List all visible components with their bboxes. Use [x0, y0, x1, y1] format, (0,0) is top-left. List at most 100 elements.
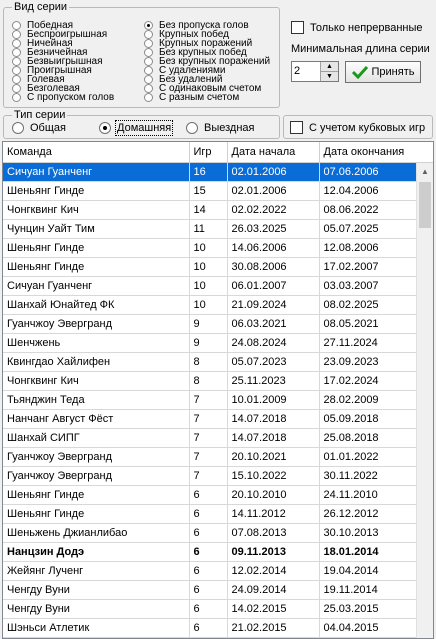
spin-up-icon[interactable]: ▲	[321, 62, 338, 71]
table-row[interactable]: Шенчжень 9 24.08.2024 27.11.2024	[3, 333, 417, 353]
cell-end-date: 18.01.2014	[319, 542, 417, 562]
table-row[interactable]: Чунцин Уайт Тим 11 26.03.2025 05.07.2025	[3, 219, 417, 239]
table-row[interactable]: Ченгду Вуни 6 24.09.2014 19.11.2014	[3, 580, 417, 600]
cell-start-date: 14.07.2018	[227, 428, 320, 448]
table-row[interactable]: Шеньянг Гинде 10 14.06.2006 12.08.2006	[3, 238, 417, 258]
column-header-games[interactable]: Игр	[189, 142, 228, 163]
radio-button[interactable]	[12, 84, 21, 93]
cup-games-check-box[interactable]	[290, 121, 303, 134]
radio-button[interactable]	[144, 93, 153, 102]
table-row[interactable]: Жейянг Лученг 6 12.02.2014 19.04.2014	[3, 561, 417, 581]
cell-start-date: 06.01.2007	[227, 276, 320, 296]
column-header-team[interactable]: Команда	[3, 142, 190, 163]
radio-button[interactable]	[12, 48, 21, 57]
cell-start-date: 20.10.2010	[227, 485, 320, 505]
cell-start-date: 02.01.2006	[227, 162, 320, 182]
radio-button[interactable]	[12, 21, 21, 30]
cell-start-date: 09.11.2013	[227, 542, 320, 562]
only-continuous-check-box[interactable]	[291, 21, 304, 34]
radio-button[interactable]	[12, 30, 21, 39]
radio-button[interactable]	[144, 66, 153, 75]
radio-button[interactable]	[99, 122, 111, 134]
cell-games: 9	[189, 333, 228, 353]
table-row[interactable]: Шеньжень Джианлибао 6 07.08.2013 30.10.2013	[3, 523, 417, 543]
accept-button[interactable]: Принять	[345, 61, 421, 83]
cell-start-date: 14.02.2015	[227, 599, 320, 619]
scroll-thumb[interactable]	[419, 182, 431, 228]
cell-team: Сичуан Гуанченг	[3, 276, 190, 296]
column-header-start-date[interactable]: Дата начала	[227, 142, 320, 163]
cell-start-date: 25.11.2023	[227, 371, 320, 391]
min-length-spinner[interactable]: 2 ▲ ▼	[291, 61, 339, 82]
cell-team: Ченгду Вуни	[3, 580, 190, 600]
radio-button[interactable]	[144, 30, 153, 39]
cell-team: Чонгквинг Кич	[3, 200, 190, 220]
table-row[interactable]: Чонгквинг Кич 8 25.11.2023 17.02.2024	[3, 371, 417, 391]
cell-start-date: 26.03.2025	[227, 219, 320, 239]
table-row[interactable]: Тьянджин Теда 7 10.01.2009 28.02.2009	[3, 390, 417, 410]
cell-team: Нанцзин Додэ	[3, 542, 190, 562]
table-row[interactable]: Шеньянг Гинде 6 14.11.2012 26.12.2012	[3, 504, 417, 524]
cup-games-checkbox[interactable]: С учетом кубковых игр	[290, 121, 425, 134]
cell-games: 6	[189, 523, 228, 543]
radio-button[interactable]	[12, 57, 21, 66]
table-row[interactable]: Нанчанг Август Фёст 7 14.07.2018 05.09.2018	[3, 409, 417, 429]
radio-button[interactable]	[144, 57, 153, 66]
cell-start-date: 24.09.2014	[227, 580, 320, 600]
radio-button[interactable]	[144, 39, 153, 48]
cell-team: Шеньжень Джианлибао	[3, 523, 190, 543]
cell-end-date: 28.02.2009	[319, 390, 417, 410]
radio-button[interactable]	[144, 48, 153, 57]
radio-button[interactable]	[186, 122, 198, 134]
table-header-row: Команда Игр Дата начала Дата окончания	[3, 142, 417, 163]
series-type-left-option[interactable]: С пропуском голов	[12, 93, 114, 103]
table-row[interactable]: Шеньянг Гинде 6 20.10.2010 24.11.2010	[3, 485, 417, 505]
table-row[interactable]: Нанцзин Додэ 6 09.11.2013 18.01.2014	[3, 542, 417, 562]
column-header-end-date[interactable]: Дата окончания	[319, 142, 417, 163]
table-row[interactable]: Шеньянг Гинде 10 30.08.2006 17.02.2007	[3, 257, 417, 277]
table-row[interactable]: Сичуан Гуанченг 10 06.01.2007 03.03.2007	[3, 276, 417, 296]
vertical-scrollbar[interactable]: ▲	[416, 163, 433, 638]
table-row[interactable]: Квингдао Хайлифен 8 05.07.2023 23.09.2023	[3, 352, 417, 372]
table-row[interactable]: Гуанчжоу Эвергранд 7 20.10.2021 01.01.2022	[3, 447, 417, 467]
table-row[interactable]: Шэньси Атлетик 6 21.02.2015 04.04.2015	[3, 618, 417, 638]
cell-start-date: 14.11.2012	[227, 504, 320, 524]
cell-team: Чонгквинг Кич	[3, 371, 190, 391]
series-scope-option[interactable]: Общая	[12, 122, 99, 134]
radio-button[interactable]	[12, 75, 21, 84]
table-row[interactable]: Ченгду Вуни 6 14.02.2015 25.03.2015	[3, 599, 417, 619]
table-row[interactable]: Гуанчжоу Эвергранд 9 06.03.2021 08.05.2021	[3, 314, 417, 334]
scroll-up-icon[interactable]: ▲	[417, 163, 433, 180]
cell-games: 8	[189, 371, 228, 391]
radio-button[interactable]	[144, 84, 153, 93]
radio-button[interactable]	[12, 66, 21, 75]
table-row[interactable]: Чонгквинг Кич 14 02.02.2022 08.06.2022	[3, 200, 417, 220]
radio-button[interactable]	[144, 75, 153, 84]
table-row[interactable]: Шанхай СИПГ 7 14.07.2018 25.08.2018	[3, 428, 417, 448]
spinner-buttons[interactable]: ▲ ▼	[320, 62, 338, 81]
cell-team: Тьянджин Теда	[3, 390, 190, 410]
series-table[interactable]: Команда Игр Дата начала Дата окончания С…	[2, 141, 434, 639]
table-row[interactable]: Шеньянг Гинде 15 02.01.2006 12.04.2006	[3, 181, 417, 201]
spin-down-icon[interactable]: ▼	[321, 71, 338, 81]
radio-button[interactable]	[144, 21, 153, 30]
cell-end-date: 08.05.2021	[319, 314, 417, 334]
cell-games: 7	[189, 428, 228, 448]
radio-button[interactable]	[12, 39, 21, 48]
radio-button[interactable]	[12, 122, 24, 134]
cell-team: Шенчжень	[3, 333, 190, 353]
radio-button[interactable]	[12, 93, 21, 102]
table-row[interactable]: Сичуан Гуанченг 16 02.01.2006 07.06.2006	[3, 162, 417, 182]
series-scope-option[interactable]: Выездная	[186, 122, 276, 134]
series-scope-option[interactable]: Домашняя	[99, 120, 186, 136]
cell-team: Ченгду Вуни	[3, 599, 190, 619]
series-type-right-option[interactable]: С разным счетом	[144, 93, 270, 103]
table-row[interactable]: Шанхай Юнайтед ФК 10 21.09.2024 08.02.2025	[3, 295, 417, 315]
cell-team: Шеньянг Гинде	[3, 257, 190, 277]
cell-start-date: 21.02.2015	[227, 618, 320, 638]
table-row[interactable]: Гуанчжоу Эвергранд 7 15.10.2022 30.11.2022	[3, 466, 417, 486]
cell-team: Шеньянг Гинде	[3, 238, 190, 258]
cell-games: 8	[189, 352, 228, 372]
only-continuous-checkbox[interactable]: Только непрерванные	[291, 21, 423, 34]
min-length-input[interactable]: 2	[292, 62, 320, 81]
